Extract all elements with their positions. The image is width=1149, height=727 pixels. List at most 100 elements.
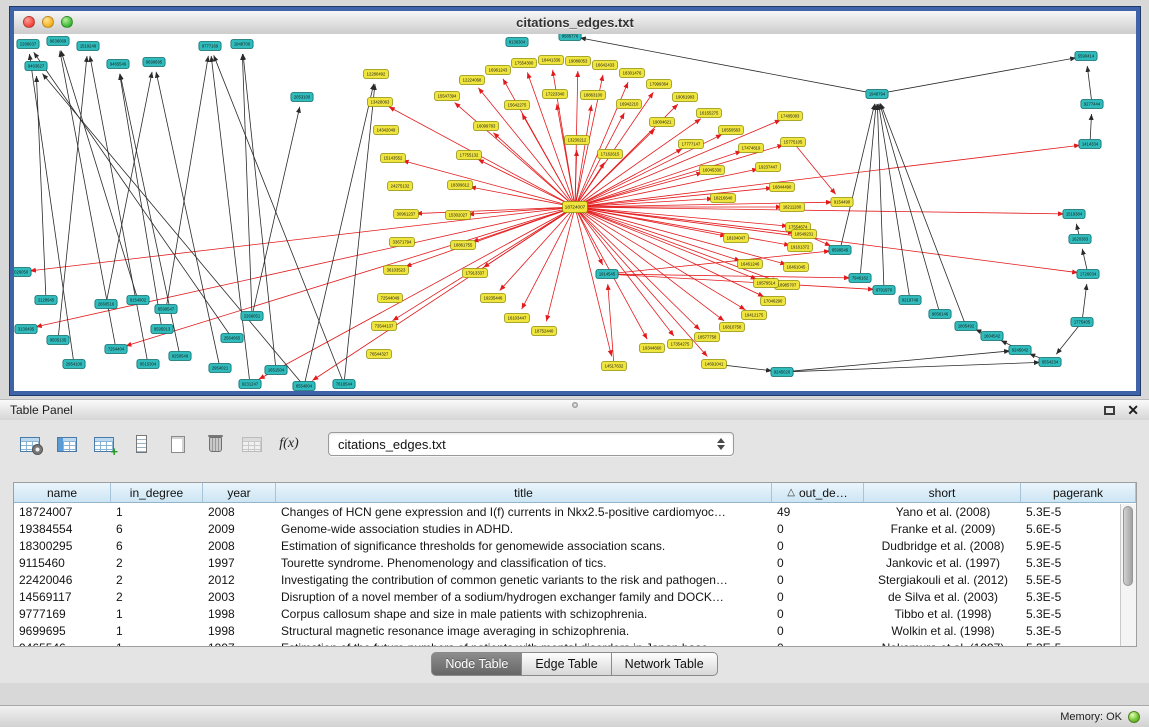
column-header-pagerank[interactable]: pagerank — [1021, 483, 1136, 503]
network-edge[interactable] — [214, 55, 342, 379]
network-node[interactable]: 9056146 — [929, 310, 951, 319]
network-node[interactable]: 16844490 — [770, 183, 795, 192]
network-edge[interactable] — [126, 208, 571, 346]
network-edge[interactable] — [608, 284, 614, 361]
table-row[interactable]: 911546021997Tourette syndrome. Phenomeno… — [14, 555, 1121, 572]
network-edge[interactable] — [211, 56, 249, 379]
network-edge[interactable] — [1087, 66, 1091, 99]
network-node[interactable]: 16961243 — [486, 66, 511, 75]
network-node[interactable]: 18863100 — [581, 91, 606, 100]
network-node[interactable]: 15547394 — [435, 92, 460, 101]
network-node[interactable]: 30961237 — [394, 210, 419, 219]
network-node[interactable]: 9245020 — [771, 368, 793, 377]
network-node[interactable]: 9463627 — [25, 62, 47, 71]
network-edge[interactable] — [522, 211, 573, 309]
network-edge[interactable] — [1090, 114, 1091, 139]
network-node[interactable]: 17999364 — [647, 80, 672, 89]
network-edge[interactable] — [787, 351, 1010, 372]
network-node[interactable]: 9231247 — [239, 380, 261, 389]
network-node[interactable]: 19061983 — [673, 93, 698, 102]
network-edge[interactable] — [522, 114, 573, 203]
network-node[interactable]: 17474819 — [739, 144, 764, 153]
show-columns-icon[interactable] — [53, 431, 81, 458]
network-node[interactable]: 19235446 — [481, 294, 506, 303]
network-node[interactable]: 8136304 — [506, 38, 528, 47]
network-node[interactable]: 17755132 — [457, 151, 482, 160]
network-node[interactable]: 18104047 — [724, 234, 749, 243]
table-row[interactable]: 946554611997Estimation of the future num… — [14, 640, 1121, 646]
network-edge[interactable] — [1056, 326, 1079, 354]
network-node[interactable]: 19412175 — [742, 311, 767, 320]
network-node[interactable]: 2954100 — [63, 360, 85, 369]
network-canvas[interactable]: 18724007 15547394122240681696124317554300… — [14, 34, 1136, 391]
network-edge[interactable] — [882, 58, 1076, 93]
network-node[interactable]: 24275132 — [388, 182, 413, 191]
network-edge[interactable] — [546, 212, 573, 321]
network-node[interactable]: 17046290 — [761, 297, 786, 306]
network-edge[interactable] — [580, 209, 741, 261]
network-node[interactable]: 72544049 — [378, 294, 403, 303]
network-node[interactable]: 17223340 — [543, 90, 568, 99]
network-edge[interactable] — [580, 120, 781, 205]
network-node[interactable]: 18216640 — [711, 194, 736, 203]
network-edge[interactable] — [392, 210, 570, 321]
network-node[interactable]: 9245042 — [1009, 346, 1031, 355]
network-node[interactable]: 18309612 — [448, 181, 473, 190]
scrollbar-thumb[interactable] — [1123, 506, 1133, 586]
row-options-icon[interactable] — [127, 431, 155, 458]
network-node[interactable]: 16099783 — [474, 122, 499, 131]
table-row[interactable]: 1830029562008Estimation of significance … — [14, 538, 1121, 555]
network-node[interactable]: 19579514 — [754, 279, 779, 288]
network-node[interactable]: 1620383 — [1069, 235, 1091, 244]
network-node[interactable]: 7618544 — [333, 380, 355, 389]
network-edge[interactable] — [120, 74, 162, 324]
network-node[interactable]: 13230212 — [565, 136, 590, 145]
network-node[interactable]: 19086053 — [566, 57, 591, 66]
network-node[interactable]: 16155275 — [697, 109, 722, 118]
network-window-titlebar[interactable]: citations_edges.txt — [14, 11, 1136, 35]
network-node[interactable]: 16103447 — [505, 314, 530, 323]
network-edge[interactable] — [580, 38, 872, 93]
new-table-icon[interactable] — [164, 431, 192, 458]
network-node[interactable]: 19344660 — [640, 344, 665, 353]
network-node[interactable]: 3130495 — [15, 325, 37, 334]
table-vertical-scrollbar[interactable] — [1120, 504, 1136, 646]
network-node[interactable]: 9505135 — [47, 336, 69, 345]
network-node[interactable]: 16642433 — [593, 61, 618, 70]
citation-network-graph[interactable]: 18724007 15547394122240681696124317554300… — [14, 34, 1136, 391]
column-header-year[interactable]: year — [203, 483, 276, 503]
network-edge[interactable] — [493, 133, 571, 204]
network-node[interactable]: 16810758 — [720, 323, 745, 332]
network-edge[interactable] — [90, 56, 147, 359]
network-node[interactable]: 2564065 — [221, 334, 243, 343]
network-node[interactable]: 17554300 — [512, 59, 537, 68]
network-edge[interactable] — [579, 129, 655, 204]
network-node[interactable]: 36103523 — [384, 266, 409, 275]
network-node[interactable]: 12224068 — [460, 76, 485, 85]
network-edge[interactable] — [253, 107, 300, 311]
table-row[interactable]: 1456911722003Disruption of a novel membe… — [14, 589, 1121, 606]
network-edge[interactable] — [30, 208, 570, 271]
new-column-icon[interactable] — [90, 431, 118, 458]
network-edge[interactable] — [580, 207, 1064, 214]
network-node[interactable]: 18724007 — [563, 202, 588, 213]
network-node[interactable]: 14342049 — [374, 126, 399, 135]
function-builder-icon[interactable]: f(x) — [275, 431, 303, 458]
network-node[interactable]: 9595013 — [151, 325, 173, 334]
network-node[interactable]: 16045330 — [700, 166, 725, 175]
network-node[interactable]: 9277444 — [1081, 100, 1103, 109]
network-edge[interactable] — [36, 76, 45, 295]
zoom-window-button[interactable] — [61, 16, 73, 28]
network-edge[interactable] — [580, 208, 790, 245]
network-edge[interactable] — [345, 84, 375, 379]
network-edge[interactable] — [478, 159, 571, 204]
network-node[interactable]: 1604542 — [981, 332, 1003, 341]
table-settings-icon[interactable] — [16, 431, 44, 458]
network-edge[interactable] — [880, 104, 939, 310]
network-node[interactable]: 15302027 — [446, 211, 471, 220]
network-node[interactable]: 19237447 — [756, 163, 781, 172]
column-header-short[interactable]: short — [864, 483, 1021, 503]
tab-edge-table[interactable]: Edge Table — [522, 652, 611, 676]
network-edge[interactable] — [167, 56, 209, 304]
network-node[interactable]: 9777169 — [199, 42, 221, 51]
